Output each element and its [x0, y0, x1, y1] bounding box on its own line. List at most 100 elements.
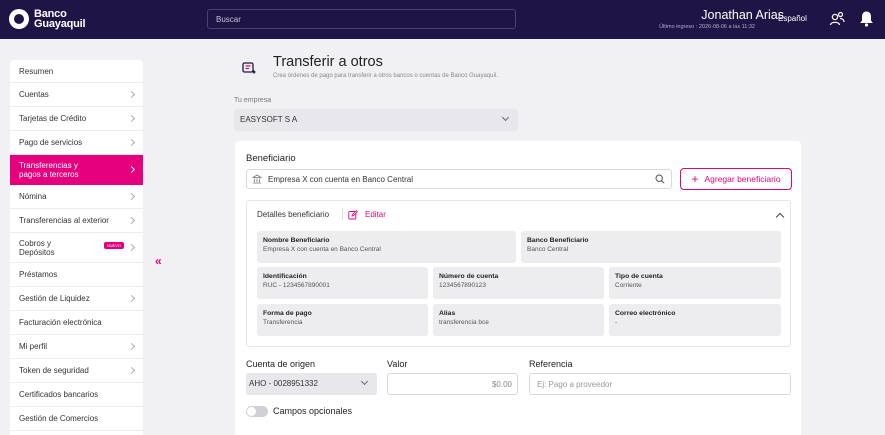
- sidebar-item[interactable]: Certificados bancarios: [10, 383, 143, 407]
- amount-input[interactable]: $0.00: [387, 373, 518, 395]
- transfer-icon: [242, 62, 256, 74]
- sidebar-item-label-line: Préstamos: [19, 270, 58, 279]
- company-label: Tu empresa: [234, 97, 272, 104]
- sidebar-item-label: Certificados bancarios: [19, 390, 98, 399]
- sidebar-item-label-line: Gestión de Comercios: [19, 414, 99, 423]
- chevron-right-icon: [127, 243, 136, 251]
- sidebar-item-label: Cobros y Depósitos: [19, 239, 55, 257]
- users-icon[interactable]: [829, 11, 845, 27]
- reference-input[interactable]: Ej: Pago a proveedor: [529, 373, 791, 395]
- sidebar-item[interactable]: Pago de servicios: [10, 131, 143, 155]
- origin-account-label: Cuenta de origen: [246, 359, 316, 369]
- beneficiary-search-input[interactable]: Empresa X con cuenta en Banco Central: [246, 169, 672, 189]
- field-identification: Identificación RUC - 1234567890001: [257, 267, 428, 299]
- optional-fields-toggle[interactable]: [246, 406, 268, 417]
- origin-account-value: AHO - 0028951332: [249, 379, 318, 388]
- details-title: Detalles beneficiario: [257, 210, 330, 219]
- sidebar-item-label-line: Nómina: [19, 192, 47, 201]
- language-selector[interactable]: Español: [778, 14, 807, 23]
- sidebar-item[interactable]: Gestión de Comercios: [10, 407, 143, 431]
- sidebar-item-label: Facturación electrónica: [19, 318, 102, 327]
- sidebar-item[interactable]: Préstamos: [10, 263, 143, 287]
- edit-link[interactable]: Editar: [365, 210, 386, 219]
- sidebar-item-label: Tarjetas de Crédito: [19, 114, 86, 123]
- sidebar-item-label: Gestión de Liquidez: [19, 294, 90, 303]
- sidebar-item-label: Mi perfil: [19, 342, 47, 351]
- sidebar-item-label: Nómina: [19, 192, 47, 201]
- chevron-right-icon: [127, 192, 136, 200]
- sidebar-item-label: Cuentas: [19, 90, 49, 99]
- new-badge: NUEVO: [103, 242, 124, 249]
- origin-account-select[interactable]: AHO - 0028951332: [246, 373, 377, 395]
- sidebar-item[interactable]: Cobros y Depósitos NUEVO: [10, 233, 143, 263]
- collapse-sidebar-button[interactable]: «: [155, 254, 162, 268]
- sidebar-item-label: Token de seguridad: [19, 366, 89, 375]
- optional-fields-label: Campos opcionales: [273, 406, 353, 416]
- chevron-right-icon: [127, 114, 136, 122]
- chevron-right-icon: [127, 366, 136, 374]
- sidebar-item[interactable]: Tarjetas de Crédito: [10, 107, 143, 131]
- chevron-right-icon: [127, 216, 136, 224]
- beneficiary-title: Beneficiario: [246, 153, 296, 164]
- sidebar-item-label-line: Certificados bancarios: [19, 390, 99, 399]
- chevron-right-icon: [127, 165, 136, 174]
- sidebar-item-label: Pago de servicios: [19, 138, 82, 147]
- sidebar-item[interactable]: Transferencias y pagos a terceros: [10, 155, 143, 185]
- company-select[interactable]: EASYSOFT S A: [234, 109, 518, 131]
- field-beneficiary-name: Nombre Beneficiario Empresa X con cuenta…: [257, 231, 516, 263]
- field-account-type: Tipo de cuenta Corriente: [609, 267, 781, 299]
- sidebar: Resumen Cuentas Tarjetas de Crédito Pago de…: [10, 60, 143, 435]
- sidebar-item-label: Gestión de Comercios: [19, 414, 98, 423]
- sidebar-item-label-line: Tarjetas de Crédito: [19, 114, 87, 123]
- logo-line-2: Guayaquil: [34, 18, 86, 30]
- top-bar: Banco Guayaquil Buscar Jonathan Arias Úl…: [0, 0, 885, 39]
- page-subtitle: Crea órdenes de pago para transferir a o…: [273, 73, 498, 79]
- sidebar-item-label-line: Transferencias y: [19, 161, 78, 170]
- sidebar-item[interactable]: Facturación electrónica: [10, 311, 143, 335]
- sidebar-item[interactable]: Gestión de Liquidez: [10, 287, 143, 311]
- sidebar-item[interactable]: Cuentas: [10, 83, 143, 107]
- sidebar-item-label-line: Depósitos: [19, 247, 55, 257]
- sidebar-item-label-line: pagos a terceros: [19, 170, 79, 179]
- chevron-down-icon: [360, 377, 369, 386]
- field-email: Correo electrónico -: [609, 304, 781, 336]
- search-input[interactable]: Buscar: [207, 9, 516, 29]
- sidebar-item-label-line: Cuentas: [19, 90, 49, 99]
- field-alias: Alias transferencia bce: [433, 304, 604, 336]
- sidebar-item-label: Transferencias al exterior: [19, 216, 109, 225]
- sidebar-item-label-line: Token de seguridad: [19, 366, 89, 375]
- field-beneficiary-bank: Banco Beneficiario Banco Central: [521, 231, 781, 263]
- user-name: Jonathan Arias: [701, 8, 784, 22]
- sidebar-item-label-line: Cobros y: [19, 238, 52, 248]
- sidebar-item[interactable]: Nómina: [10, 185, 143, 209]
- chevron-right-icon: [127, 138, 136, 146]
- sidebar-item-label-line: Pago de servicios: [19, 138, 83, 147]
- sidebar-item-label: Préstamos: [19, 270, 57, 279]
- sidebar-item[interactable]: Transferencias al exterior: [10, 209, 143, 233]
- sidebar-item-label-line: Facturación electrónica: [19, 318, 102, 327]
- chevron-right-icon: [127, 294, 136, 302]
- sidebar-item-label: Resumen: [19, 67, 53, 76]
- sidebar-item[interactable]: Token de seguridad: [10, 359, 143, 383]
- sidebar-item-label-line: Mi perfil: [19, 342, 48, 351]
- logo-mark-icon: [9, 9, 29, 29]
- sidebar-item[interactable]: Mi perfil: [10, 335, 143, 359]
- bell-icon[interactable]: [859, 10, 874, 27]
- field-account-number: Número de cuenta 1234567890123: [433, 267, 604, 299]
- sidebar-item-label-line: Transferencias al exterior: [19, 216, 109, 225]
- divider: [342, 208, 343, 220]
- bank-icon: [252, 174, 262, 184]
- reference-label: Referencia: [529, 359, 573, 369]
- add-beneficiary-button[interactable]: + Agregar beneficiario: [680, 168, 792, 190]
- company-value: EASYSOFT S A: [240, 115, 298, 124]
- search-icon[interactable]: [655, 174, 665, 184]
- add-beneficiary-label: Agregar beneficiario: [704, 174, 781, 184]
- last-login: Último ingreso : 2026-08-06 a las 11:32: [659, 24, 755, 30]
- sidebar-item[interactable]: Resumen: [10, 60, 143, 83]
- chevron-down-icon: [501, 113, 510, 122]
- field-payment-method: Forma de pago Transferencia: [257, 304, 428, 336]
- edit-icon[interactable]: [348, 210, 358, 220]
- bank-logo[interactable]: Banco Guayaquil: [9, 9, 86, 30]
- plus-icon: +: [691, 172, 699, 186]
- sidebar-item-label: Transferencias y pagos a terceros: [19, 161, 79, 179]
